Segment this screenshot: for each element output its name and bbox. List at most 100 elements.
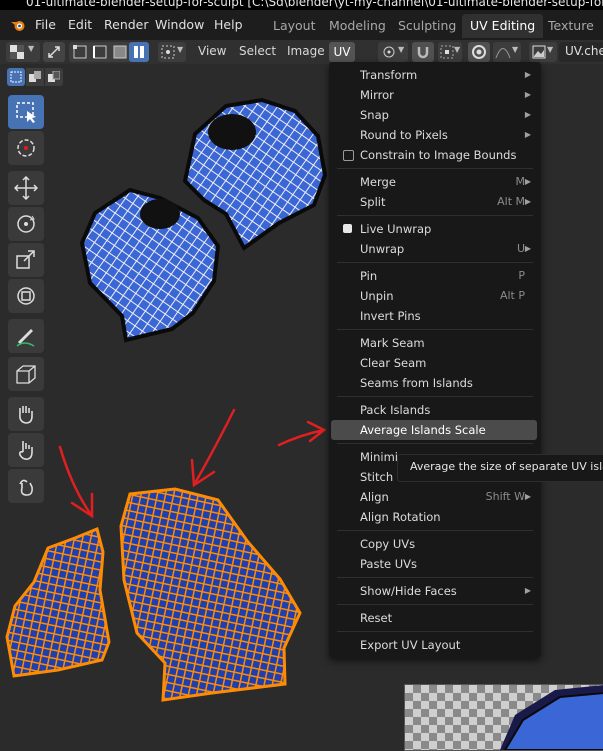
blender-logo-icon[interactable] xyxy=(10,17,26,33)
chevron-down-icon: ▼ xyxy=(512,45,519,54)
menu-item-unwrap[interactable]: Unwrap U ▶ xyxy=(331,239,537,259)
menu-item-round-to-pixels[interactable]: Round to Pixels ▶ xyxy=(331,125,537,145)
scale-icon xyxy=(16,250,35,269)
menu-item-paste-uvs[interactable]: Paste UVs xyxy=(331,554,537,574)
annotation-arrow-3 xyxy=(277,420,327,447)
menu-item-invert-pins[interactable]: Invert Pins xyxy=(331,306,537,326)
relax-tool[interactable] xyxy=(8,433,44,467)
submenu-arrow-icon: ▶ xyxy=(524,492,531,501)
shortcut-label: P xyxy=(518,269,525,282)
menu-item-clear-seam[interactable]: Clear Seam xyxy=(331,353,537,373)
menu-render[interactable]: Render xyxy=(104,17,149,32)
uv-island-upper-left[interactable] xyxy=(79,187,221,343)
annotate-tool[interactable] xyxy=(8,319,44,353)
menu-view[interactable]: View xyxy=(198,44,226,58)
menu-item-split[interactable]: Split Alt M ▶ xyxy=(331,192,537,212)
snap-toggle[interactable] xyxy=(412,42,434,62)
uv-island-lower-left-selected[interactable] xyxy=(5,526,111,678)
sync-arrows-icon xyxy=(48,46,60,58)
menu-item-seams-from-islands[interactable]: Seams from Islands xyxy=(331,373,537,393)
uv-menu-dropdown: Transform ▶ Mirror ▶ Snap ▶ Round to Pixels… xyxy=(329,62,541,658)
menu-file[interactable]: File xyxy=(35,17,56,32)
rip-tool[interactable] xyxy=(8,357,44,391)
island-mode-icon xyxy=(134,46,144,58)
menu-item-constrain-to-image-bounds[interactable]: Constrain to Image Bounds xyxy=(331,145,537,165)
preview-mesh-overlay xyxy=(500,685,603,750)
menu-item-label: Split xyxy=(360,195,386,209)
window-title-bar: 01-ultimate-blender-setup-for-sculpt [C:… xyxy=(0,0,603,10)
rotate-tool[interactable] xyxy=(8,207,44,241)
rotate-icon xyxy=(17,215,35,233)
menu-item-label: Align Rotation xyxy=(360,510,441,524)
menu-item-label: Clear Seam xyxy=(360,356,427,370)
tab-layout[interactable]: Layout xyxy=(265,14,324,38)
menu-item-label: Minimi xyxy=(360,450,398,464)
vertex-mode-icon[interactable] xyxy=(73,45,87,59)
tab-modeling[interactable]: Modeling xyxy=(321,14,394,38)
select-box-tool[interactable] xyxy=(8,95,44,129)
tab-sculpting[interactable]: Sculpting xyxy=(390,14,464,38)
uv-island-lower-right-selected[interactable] xyxy=(119,487,302,702)
pivot-point-dropdown[interactable]: ▼ xyxy=(378,42,408,62)
proportional-edit-toggle[interactable] xyxy=(468,42,490,62)
relax-hand-icon xyxy=(19,441,33,460)
menu-item-copy-uvs[interactable]: Copy UVs xyxy=(331,534,537,554)
chevron-down-icon: ▼ xyxy=(454,45,461,54)
shortcut-label: Shift W xyxy=(485,490,525,503)
menu-help[interactable]: Help xyxy=(214,17,243,32)
scale-tool[interactable] xyxy=(8,243,44,277)
snap-target-dropdown[interactable]: ▼ xyxy=(438,42,462,62)
transform-tool[interactable] xyxy=(8,279,44,313)
tooltip-text: Average the size of separate UV islan xyxy=(410,460,603,473)
menu-separator xyxy=(337,577,533,578)
sticky-selection-dropdown[interactable]: ▼ xyxy=(158,42,186,62)
menu-item-live-unwrap[interactable]: Live Unwrap xyxy=(331,219,537,239)
menu-select[interactable]: Select xyxy=(239,44,276,58)
menu-window[interactable]: Window xyxy=(155,17,204,32)
annotate-pencil-icon xyxy=(16,329,35,347)
move-tool[interactable] xyxy=(8,171,44,205)
menu-item-pack-islands[interactable]: Pack Islands xyxy=(331,400,537,420)
menu-item-mark-seam[interactable]: Mark Seam xyxy=(331,333,537,353)
image-name-field[interactable]: UV.che xyxy=(559,42,603,62)
menu-item-align-rotation[interactable]: Align Rotation xyxy=(331,507,537,527)
menu-item-transform[interactable]: Transform ▶ xyxy=(331,65,537,85)
menu-item-snap[interactable]: Snap ▶ xyxy=(331,105,537,125)
menu-uv[interactable]: UV xyxy=(329,42,355,62)
falloff-dropdown[interactable]: ▼ xyxy=(493,42,521,62)
window-title: 01-ultimate-blender-setup-for-sculpt [C:… xyxy=(26,0,603,9)
menu-item-unpin[interactable]: Unpin Alt P xyxy=(331,286,537,306)
menu-item-export-uv-layout[interactable]: Export UV Layout xyxy=(331,635,537,655)
edge-mode-icon[interactable] xyxy=(93,45,107,59)
editor-type-button[interactable]: ▼ xyxy=(6,42,40,62)
snap-grid-icon xyxy=(440,45,454,59)
menu-item-merge[interactable]: Merge M ▶ xyxy=(331,172,537,192)
menu-item-align[interactable]: Align Shift W ▶ xyxy=(331,487,537,507)
menu-item-reset[interactable]: Reset xyxy=(331,608,537,628)
menu-item-mirror[interactable]: Mirror ▶ xyxy=(331,85,537,105)
sync-selection-button[interactable] xyxy=(43,42,65,62)
menu-item-label: Copy UVs xyxy=(360,537,416,551)
tab-texture-paint[interactable]: Texture Pa xyxy=(540,14,603,57)
face-mode-icon[interactable] xyxy=(113,45,127,59)
submenu-arrow-icon: ▶ xyxy=(524,130,531,139)
proportional-edit-icon xyxy=(472,45,486,59)
tab-uv-editing[interactable]: UV Editing xyxy=(462,14,544,38)
menu-edit[interactable]: Edit xyxy=(68,17,92,32)
island-mode-button[interactable] xyxy=(129,42,149,62)
grab-tool[interactable] xyxy=(8,397,44,431)
image-browse-dropdown[interactable]: ▼ xyxy=(529,42,557,62)
cursor-tool[interactable] xyxy=(8,131,44,165)
menu-separator xyxy=(337,262,533,263)
submenu-arrow-icon: ▶ xyxy=(524,177,531,186)
sticky-select-icon xyxy=(161,45,175,59)
grab-hand-icon xyxy=(19,406,33,424)
pinch-tool[interactable] xyxy=(8,469,44,503)
menu-item-label: Show/Hide Faces xyxy=(360,584,457,598)
menu-item-show-hide-faces[interactable]: Show/Hide Faces ▶ xyxy=(331,581,537,601)
menu-item-pin[interactable]: Pin P xyxy=(331,266,537,286)
image-name: UV.che xyxy=(565,44,603,58)
menu-item-label: Stitch xyxy=(360,470,394,484)
menu-image[interactable]: Image xyxy=(287,44,325,58)
menu-item-average-islands-scale[interactable]: Average Islands Scale xyxy=(331,420,537,440)
